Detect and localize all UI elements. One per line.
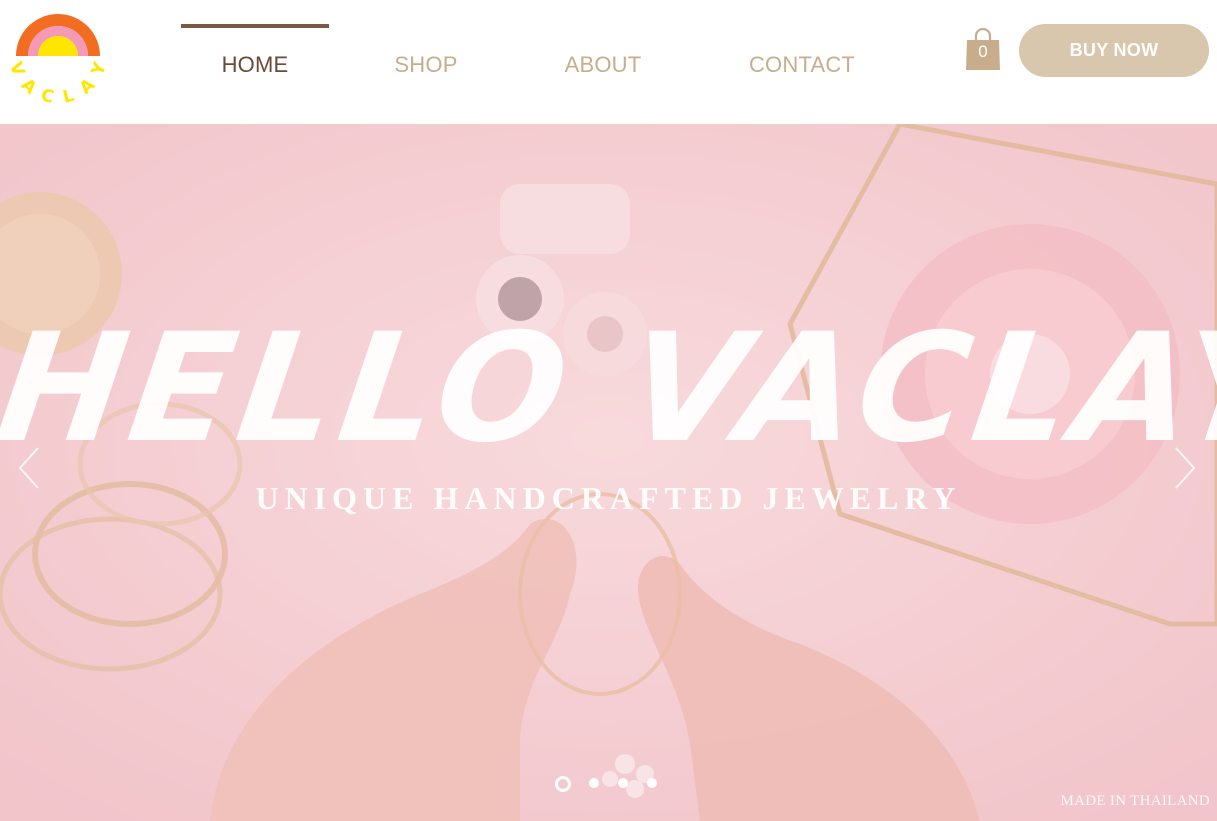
logo-letter: Y [87,59,108,79]
nav-about-label: ABOUT [564,52,642,77]
cart-button[interactable]: 0 [962,26,1004,72]
logo-letter: A [17,75,41,99]
nav-shop[interactable]: SHOP [351,24,501,94]
cart-count: 0 [978,42,988,61]
slide-prev-button[interactable] [14,446,44,490]
nav-contact-label: CONTACT [748,52,856,77]
slide-dot-4[interactable] [647,778,657,788]
nav-about[interactable]: ABOUT [527,24,679,94]
logo-letter: V [8,59,29,79]
slide-dot-1[interactable] [555,776,571,792]
brand-logo[interactable]: VACLAY [8,14,108,106]
hero-title: HELLO VACLAY [0,302,1217,476]
nav-active-indicator [181,24,329,28]
slide-next-button[interactable] [1170,446,1200,490]
chevron-right-icon [1175,447,1196,489]
rainbow-logo-icon: VAC L AY [8,14,108,106]
nav-home[interactable]: HOME [181,24,329,94]
slide-dot-3[interactable] [618,778,628,788]
nav-home-label: HOME [221,52,289,77]
hero-subtitle: UNIQUE HANDCRAFTED JEWELRY [255,480,962,516]
nav-shop-label: SHOP [394,52,458,77]
nav-contact[interactable]: CONTACT [727,24,877,94]
site-header: VACLAY HOME SHOP ABOUT CONTACT 0 BUY NOW [0,0,1217,124]
buy-now-button[interactable]: BUY NOW [1019,24,1209,77]
hero-slideshow: HELLO VACLAY UNIQUE HANDCRAFTED JEWELRY … [0,124,1217,821]
slide-dot-2[interactable] [589,778,599,788]
logo-letter: L [61,86,77,106]
logo-letter: A [76,74,100,98]
chevron-left-icon [18,447,39,489]
made-in-caption: MADE IN THAILAND [1060,793,1210,809]
logo-letter: C [39,85,56,106]
